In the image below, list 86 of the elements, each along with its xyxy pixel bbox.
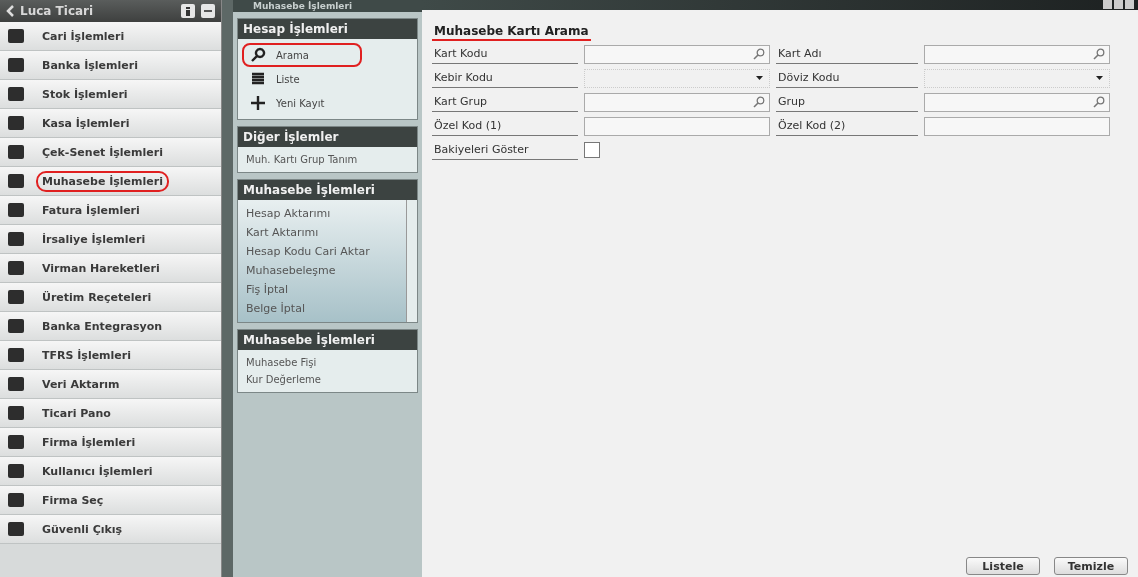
field-label: Kart Kodu (432, 44, 578, 64)
sidebar-label: TFRS İşlemleri (41, 347, 132, 364)
sidebar-label: Veri Aktarım (41, 376, 121, 393)
search-icon (753, 48, 765, 60)
dropdown-field[interactable] (584, 68, 770, 88)
form-title: Muhasebe Kartı Arama (432, 24, 591, 41)
sidebar-item[interactable]: Üretim Reçeteleri (0, 283, 221, 312)
menu-link[interactable]: Kart Aktarımı (242, 223, 402, 242)
sidebar-item[interactable]: Banka Entegrasyon (0, 312, 221, 341)
sidebar-item[interactable]: Firma İşlemleri (0, 428, 221, 457)
field-label: Kebir Kodu (432, 68, 578, 88)
field-label: Kart Adı (776, 44, 918, 64)
plus-icon (250, 95, 266, 111)
sidebar-item[interactable]: Kullanıcı İşlemleri (0, 457, 221, 486)
menu-link[interactable]: Muhasebeleşme (242, 261, 402, 280)
minimize-icon[interactable] (201, 4, 215, 18)
search-field[interactable] (584, 44, 770, 64)
sidebar-item[interactable]: Fatura İşlemleri (0, 196, 221, 225)
info-icon[interactable] (181, 4, 195, 18)
sidebar-label: Muhasebe İşlemleri (36, 170, 169, 192)
field-label: Kart Grup (432, 92, 578, 112)
sidebar-label: Cari İşlemleri (41, 28, 126, 45)
field-label: Özel Kod (1) (432, 116, 578, 136)
sidebar-label: Banka Entegrasyon (41, 318, 164, 335)
sidebar-label: Fatura İşlemleri (41, 202, 141, 219)
input-field[interactable] (584, 116, 770, 136)
field-label: Döviz Kodu (776, 68, 918, 88)
search-icon (1093, 48, 1105, 60)
sidebar-label: Firma Seç (41, 492, 105, 509)
menu-link[interactable]: Belge İptal (242, 299, 402, 318)
panel-title: Hesap İşlemleri (238, 19, 417, 39)
sidebar-label: İrsaliye İşlemleri (41, 231, 147, 248)
action-button[interactable]: Temizle (1054, 557, 1128, 575)
search-field[interactable] (924, 92, 1110, 112)
sidebar-title: Luca Ticari (20, 4, 95, 18)
list-icon (250, 71, 266, 87)
sidebar-item[interactable]: Çek-Senet İşlemleri (0, 138, 221, 167)
search-field[interactable] (924, 44, 1110, 64)
menu-link[interactable]: Kur Değerleme (242, 371, 413, 388)
sidebar-label: Üretim Reçeteleri (41, 289, 153, 306)
menu-link[interactable]: Muhasebe Fişi (242, 354, 413, 371)
window-title: Muhasebe İşlemleri (233, 0, 422, 12)
sidebar-item[interactable]: Kasa İşlemleri (0, 109, 221, 138)
sidebar-item[interactable]: Stok İşlemleri (0, 80, 221, 109)
sidebar-item[interactable]: TFRS İşlemleri (0, 341, 221, 370)
panel-title: Muhasebe İşlemleri (238, 330, 417, 350)
menu-link[interactable]: Fiş İptal (242, 280, 402, 299)
action-button[interactable]: Liste (242, 67, 362, 91)
sidebar-label: Stok İşlemleri (41, 86, 129, 103)
sidebar-label: Çek-Senet İşlemleri (41, 144, 164, 161)
field-label: Grup (776, 92, 918, 112)
sidebar-item[interactable]: Virman Hareketleri (0, 254, 221, 283)
search-icon (250, 47, 266, 63)
menu-link[interactable]: Hesap Aktarımı (242, 204, 402, 223)
sidebar-item[interactable]: Firma Seç (0, 486, 221, 515)
caret-icon (1096, 76, 1103, 80)
action-button[interactable]: Yeni Kayıt (242, 91, 362, 115)
sidebar-label: Banka İşlemleri (41, 57, 139, 74)
menu-link[interactable]: Hesap Kodu Cari Aktar (242, 242, 402, 261)
sidebar-item[interactable]: Veri Aktarım (0, 370, 221, 399)
sidebar-label: Güvenli Çıkış (41, 521, 124, 538)
sidebar-item[interactable]: Muhasebe İşlemleri (0, 167, 221, 196)
dropdown-field[interactable] (924, 68, 1110, 88)
search-icon (753, 96, 765, 108)
sidebar-label: Kasa İşlemleri (41, 115, 131, 132)
field-label: Özel Kod (2) (776, 116, 918, 136)
sidebar-item[interactable]: Ticari Pano (0, 399, 221, 428)
sidebar-label: Ticari Pano (41, 405, 112, 422)
action-button[interactable]: Listele (966, 557, 1040, 575)
sidebar-label: Firma İşlemleri (41, 434, 137, 451)
caret-icon (756, 76, 763, 80)
menu-link[interactable]: Muh. Kartı Grup Tanım (242, 151, 413, 168)
sidebar-item[interactable]: İrsaliye İşlemleri (0, 225, 221, 254)
sidebar-label: Kullanıcı İşlemleri (41, 463, 154, 480)
panel-title: Diğer İşlemler (238, 127, 417, 147)
input-field[interactable] (924, 116, 1110, 136)
search-icon (1093, 96, 1105, 108)
sidebar-item[interactable]: Cari İşlemleri (0, 22, 221, 51)
search-field[interactable] (584, 92, 770, 112)
panel-title: Muhasebe İşlemleri (238, 180, 417, 200)
sidebar-label: Virman Hareketleri (41, 260, 161, 277)
action-button[interactable]: Arama (242, 43, 362, 67)
sidebar-item[interactable]: Güvenli Çıkış (0, 515, 221, 544)
sidebar-item[interactable]: Banka İşlemleri (0, 51, 221, 80)
field-label: Bakiyeleri Göster (432, 140, 578, 160)
checkbox[interactable] (584, 142, 600, 158)
